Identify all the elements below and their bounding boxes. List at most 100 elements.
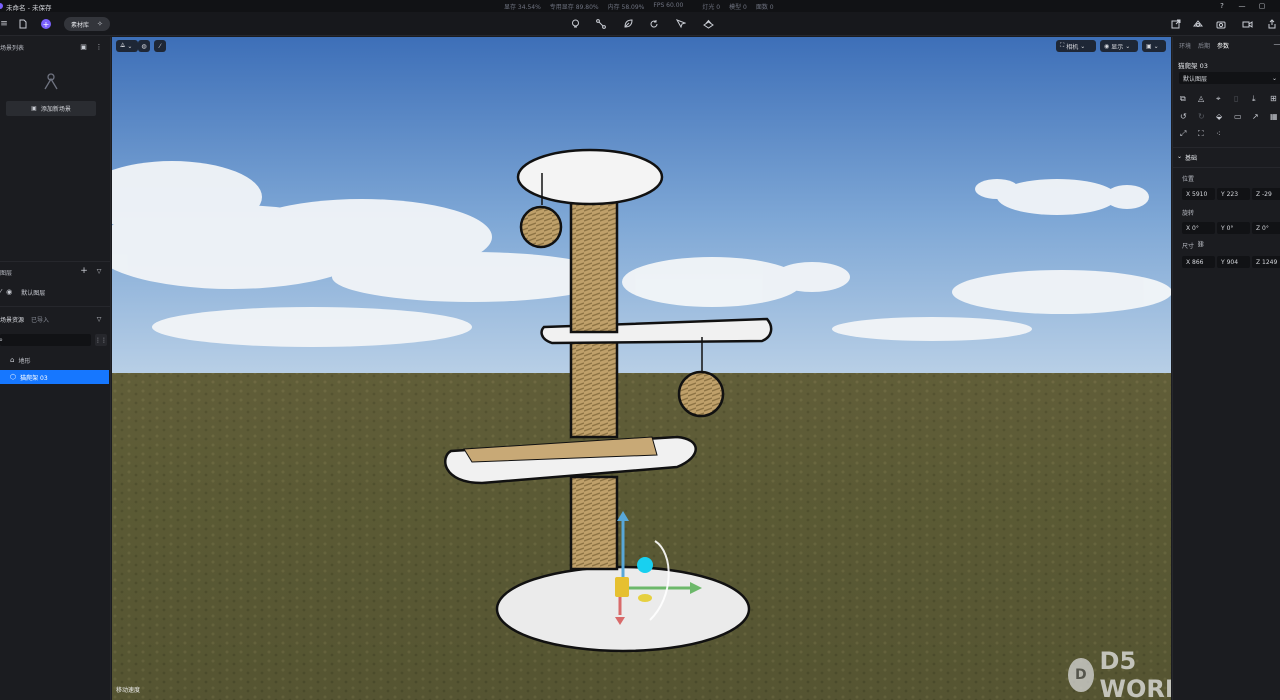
path-tool-icon[interactable] — [595, 18, 607, 30]
d5-logo-icon: D — [1068, 658, 1094, 692]
render-icon[interactable] — [1192, 18, 1204, 30]
camera-label: 相机 — [1066, 43, 1079, 51]
position-x-field[interactable]: X 5910 — [1182, 188, 1215, 200]
view-mode-icon: ▣ — [1146, 42, 1152, 50]
collapse-icon[interactable]: ▽ — [95, 315, 103, 324]
edit-icon[interactable]: ⁄ — [0, 288, 1, 296]
stat-dedicated-vram: 专用显存 89.80% — [549, 4, 599, 11]
eye-icon: ◉ — [1104, 42, 1110, 50]
search-icon: ⌕ — [0, 335, 3, 344]
cycle-tool-icon[interactable] — [648, 18, 660, 30]
camera-icon[interactable] — [1215, 18, 1227, 30]
size-z-field[interactable]: Z 1249 — [1252, 256, 1280, 268]
snap-tool-button[interactable]: ⟁ ⌄ — [116, 40, 138, 52]
filter-icon[interactable]: ▽ — [95, 267, 103, 276]
tree-item-terrain[interactable]: ⌂ 地形 — [0, 354, 109, 366]
lock-icon[interactable]: ▯ — [1234, 94, 1252, 104]
tab-scene-assets[interactable]: 场景资源 — [0, 315, 24, 324]
section-basic-title: 基础 — [1185, 155, 1198, 162]
minimize-icon[interactable]: — — [1237, 1, 1247, 11]
align-icon[interactable]: ◬ — [1198, 94, 1216, 104]
size-fields: X 866 Y 904 Z 1249 — [1182, 256, 1280, 268]
picker-icon: ⁄ — [159, 42, 161, 50]
size-x-field[interactable]: X 866 — [1182, 256, 1215, 268]
add-layer-icon[interactable]: + — [80, 266, 88, 276]
undo-icon[interactable]: ↺ — [1180, 112, 1198, 121]
cursor-tool-icon[interactable] — [675, 18, 687, 30]
material-icon[interactable]: ⬙ — [1216, 112, 1234, 121]
position-fields: X 5910 Y 223 Z -29 — [1182, 188, 1280, 200]
rotation-x-value: X 0° — [1186, 224, 1199, 232]
more-icon[interactable]: ⋮ — [95, 42, 103, 51]
tree-item-label: 猫爬架 03 — [20, 374, 48, 382]
size-header: 尺寸 ⛓ — [1182, 241, 1205, 250]
collapse-panel-icon[interactable]: — — [1273, 40, 1280, 48]
chevron-down-icon: ⌄ — [1153, 42, 1159, 50]
rotation-y-field[interactable]: Y 0° — [1217, 222, 1250, 234]
share-icon[interactable] — [1266, 18, 1278, 30]
help-icon[interactable]: ? — [1217, 1, 1227, 11]
stat-lights: 灯光 0 — [702, 4, 721, 11]
library-button[interactable]: 素材库 ✧ — [64, 17, 110, 31]
link-icon[interactable]: ⛓ — [1197, 241, 1205, 250]
tab-environment[interactable]: 环境 — [1179, 41, 1191, 50]
video-icon[interactable] — [1241, 18, 1253, 30]
layer-select[interactable]: 默认图层 ⌄ — [1179, 72, 1280, 84]
tree-item-label: 地形 — [18, 357, 31, 365]
position-z-field[interactable]: Z -29 — [1252, 188, 1280, 200]
copy-icon[interactable]: ⧉ — [1180, 94, 1198, 104]
layer-select-value: 默认图层 — [1183, 75, 1208, 83]
3d-viewport[interactable]: ⟁⌄ ◍ ⁄ ⛶ 相机 ⌄ ◉ 显示 ⌄ ▣⌄ 移动速度 D D5 WORKS — [112, 37, 1171, 700]
maximize-icon[interactable]: ▢ — [1257, 1, 1267, 11]
main-toolbar: ≡ + 素材库 ✧ — [0, 12, 1280, 36]
add-scene-small-icon[interactable]: ▣ — [79, 42, 88, 51]
stat-vram: 显存 34.54% — [504, 4, 541, 11]
ground-snap-icon[interactable]: ⤓ — [1252, 94, 1270, 104]
section-basic-header[interactable]: ⌄ 基础 — [1177, 153, 1197, 162]
export-icon[interactable] — [1170, 18, 1182, 30]
grid-icon[interactable]: ▦ — [1270, 112, 1280, 121]
add-asset-icon[interactable]: + — [41, 19, 51, 29]
watermark-text: D5 WORKS — [1099, 647, 1171, 700]
scale-icon[interactable]: ⤢ — [1180, 129, 1198, 139]
scatter-icon[interactable]: ⁖ — [1216, 129, 1234, 139]
add-scene-button[interactable]: ▣ 添加新场景 — [6, 101, 96, 116]
camera-frame-icon: ⛶ — [1060, 42, 1065, 49]
search-input[interactable]: ⌕ — [0, 334, 91, 346]
new-file-icon[interactable] — [18, 18, 28, 30]
camera-menu-button[interactable]: ⛶ 相机 ⌄ — [1056, 40, 1096, 52]
position-y-field[interactable]: Y 223 — [1217, 188, 1250, 200]
display-menu-button[interactable]: ◉ 显示 ⌄ — [1100, 40, 1138, 52]
view-mode-button[interactable]: ▣ ⌄ — [1142, 40, 1166, 52]
size-y-field[interactable]: Y 904 — [1217, 256, 1250, 268]
window-title: 未命名 - 未保存 — [6, 4, 52, 12]
expand-icon[interactable]: ⛶ — [1198, 129, 1216, 139]
rotation-x-field[interactable]: X 0° — [1182, 222, 1215, 234]
tab-params[interactable]: 参数 — [1217, 41, 1229, 50]
divider — [1173, 147, 1280, 148]
size-z-value: Z 1249 — [1256, 258, 1278, 266]
pick-tool-button[interactable]: ⁄ — [154, 40, 166, 52]
menu-icon[interactable]: ≡ — [0, 18, 8, 30]
divider — [0, 306, 111, 307]
tree-item-cat-tree[interactable]: ⬡ 猫爬架 03 — [0, 370, 109, 384]
chevron-down-icon: ⌄ — [1080, 42, 1086, 50]
tab-imported[interactable]: 已导入 — [31, 315, 49, 324]
plant-tool-icon[interactable] — [622, 18, 634, 30]
rotation-z-field[interactable]: Z 0° — [1252, 222, 1280, 234]
focus-icon[interactable]: ⌖ — [1216, 94, 1234, 104]
layer-row[interactable]: ⁄ ◉ 默认图层 — [0, 286, 111, 298]
scene-render — [112, 37, 1171, 700]
replace-icon[interactable]: ↗ — [1252, 112, 1270, 121]
image-icon: ▣ — [31, 105, 37, 112]
tab-postprocess[interactable]: 后期 — [1198, 41, 1210, 50]
redo-icon[interactable]: ↻ — [1198, 112, 1216, 121]
snap-icon: ⟁ — [120, 42, 126, 49]
grid-view-icon[interactable]: ⋮⋮ — [95, 334, 107, 346]
folder-icon[interactable]: ▭ — [1234, 112, 1252, 121]
globe-button[interactable]: ◍ — [138, 40, 150, 52]
terrain-tool-icon[interactable] — [702, 18, 714, 30]
eye-icon[interactable]: ◉ — [6, 288, 12, 296]
light-tool-icon[interactable] — [569, 18, 581, 30]
add-icon[interactable]: ⊞ — [1270, 94, 1280, 104]
